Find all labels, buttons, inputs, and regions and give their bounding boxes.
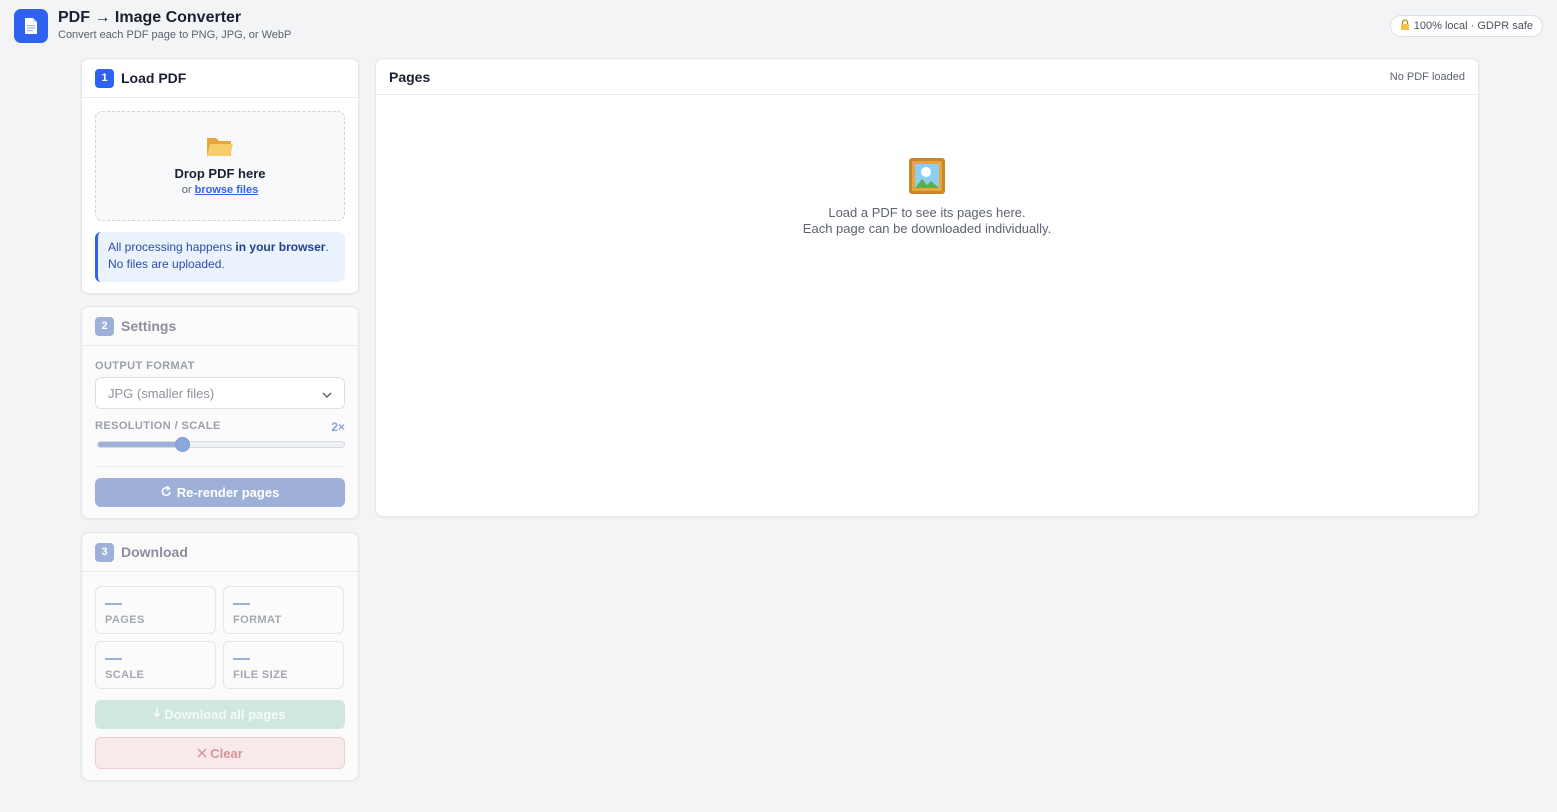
step-number: 3: [95, 542, 114, 562]
card-title: Download: [121, 544, 188, 560]
note-text: All processing happens: [108, 240, 236, 254]
download-card: 3 Download PAGES FORMAT SCALE FILE SIZE …: [81, 532, 359, 781]
scale-slider[interactable]: [97, 437, 345, 452]
clear-button[interactable]: Clear: [95, 737, 345, 769]
empty-state-line2: Each page can be downloaded individually…: [802, 221, 1052, 236]
load-pdf-card: 1 Load PDF Drop PDF here or browse files…: [81, 58, 359, 294]
stat-label: FORMAT: [233, 614, 282, 626]
lock-icon: [1400, 19, 1410, 33]
card-title: Load PDF: [121, 70, 187, 86]
rerender-button[interactable]: Re-render pages: [95, 478, 345, 507]
stat-file-size: FILE SIZE: [223, 641, 344, 689]
stat-format: FORMAT: [223, 586, 344, 634]
document-icon: [14, 9, 48, 43]
stat-empty-value: [105, 603, 122, 605]
stat-pages: PAGES: [95, 586, 216, 634]
settings-card: 2 Settings OUTPUT FORMAT JPG (smaller fi…: [81, 306, 359, 519]
scale-label: RESOLUTION / SCALE: [95, 420, 221, 432]
stat-empty-value: [233, 603, 250, 605]
browse-files-link[interactable]: browse files: [195, 184, 259, 196]
download-icon: [154, 707, 161, 722]
app-title: PDF → Image Converter: [58, 9, 242, 26]
dropzone-title: Drop PDF here: [174, 166, 266, 181]
framed-picture-icon: [376, 157, 1478, 195]
stat-scale: SCALE: [95, 641, 216, 689]
pages-title: Pages: [389, 68, 431, 85]
privacy-badge-label: 100% local · GDPR safe: [1413, 20, 1533, 32]
app-header: PDF → Image Converter Convert each PDF p…: [14, 9, 291, 43]
step-number: 1: [95, 68, 114, 88]
privacy-note: All processing happens in your browser. …: [95, 232, 345, 282]
stat-empty-value: [233, 658, 250, 660]
download-all-label: Download all pages: [164, 707, 286, 722]
refresh-icon: [161, 485, 172, 500]
stat-empty-value: [105, 658, 122, 660]
stat-label: FILE SIZE: [233, 669, 288, 681]
card-title: Settings: [121, 318, 177, 334]
close-icon: [197, 746, 207, 761]
empty-state-line1: Load a PDF to see its pages here.: [828, 205, 1026, 220]
scale-slider-fill: [98, 442, 182, 447]
divider: [95, 466, 345, 467]
step-number: 2: [95, 316, 114, 336]
chevron-down-icon: [322, 386, 332, 401]
dropzone-or: or: [181, 184, 192, 196]
rerender-label: Re-render pages: [176, 485, 280, 500]
output-format-select[interactable]: JPG (smaller files): [95, 377, 345, 409]
app-subtitle: Convert each PDF page to PNG, JPG, or We…: [58, 29, 292, 41]
privacy-badge: 100% local · GDPR safe: [1389, 15, 1543, 37]
pdf-dropzone[interactable]: Drop PDF here or browse files: [95, 111, 345, 221]
empty-state: Load a PDF to see its pages here. Each p…: [376, 157, 1478, 237]
scale-slider-thumb[interactable]: [174, 437, 190, 452]
scale-value: 2×: [331, 420, 345, 434]
output-format-value: JPG (smaller files): [108, 385, 215, 401]
note-emphasis: in your browser: [235, 240, 326, 254]
clear-label: Clear: [210, 745, 243, 761]
pages-status: No PDF loaded: [1389, 70, 1465, 83]
stat-label: PAGES: [105, 614, 145, 626]
download-all-button[interactable]: Download all pages: [95, 700, 345, 729]
pages-panel: Pages No PDF loaded Load a PDF to see it…: [375, 58, 1479, 517]
stat-label: SCALE: [105, 669, 145, 681]
output-format-label: OUTPUT FORMAT: [95, 360, 195, 372]
folder-icon: [96, 134, 344, 162]
